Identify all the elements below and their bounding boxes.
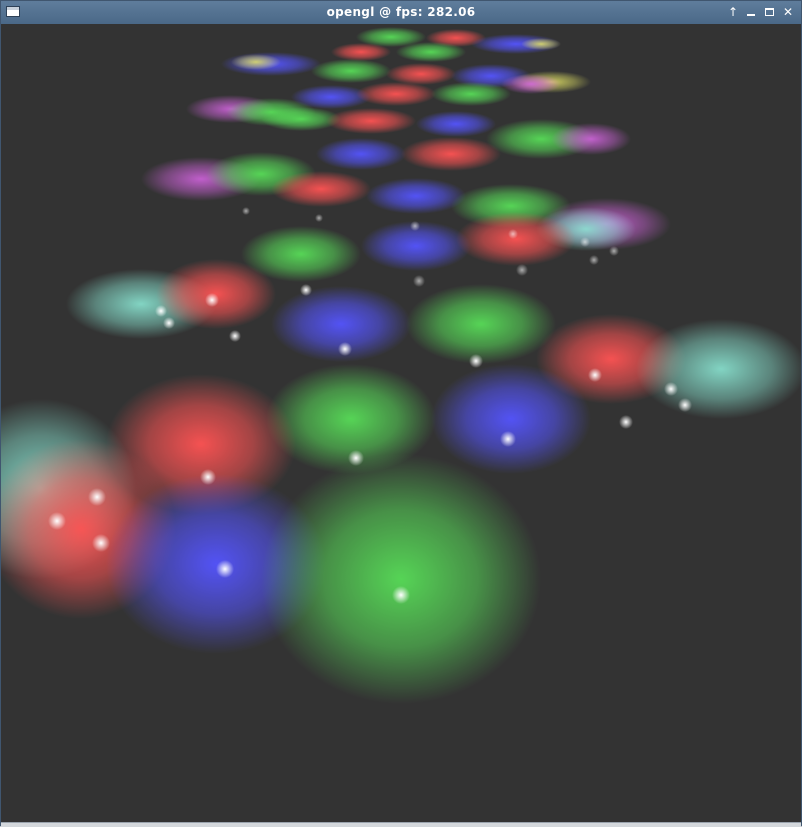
close-icon[interactable]: ✕	[780, 4, 796, 21]
title-bar[interactable]: opengl @ fps: 282.06 ↑ ✕	[1, 1, 801, 25]
window-bottom-border[interactable]	[1, 822, 801, 827]
minimize-icon[interactable]	[743, 4, 759, 21]
arrow-up-icon[interactable]: ↑	[725, 4, 741, 21]
maximize-icon[interactable]	[762, 4, 778, 21]
opengl-render-canvas[interactable]	[1, 24, 801, 822]
window-title: opengl @ fps: 282.06	[326, 5, 476, 19]
opengl-window: opengl @ fps: 282.06 ↑ ✕	[0, 0, 802, 827]
light-field-scene	[1, 24, 801, 822]
